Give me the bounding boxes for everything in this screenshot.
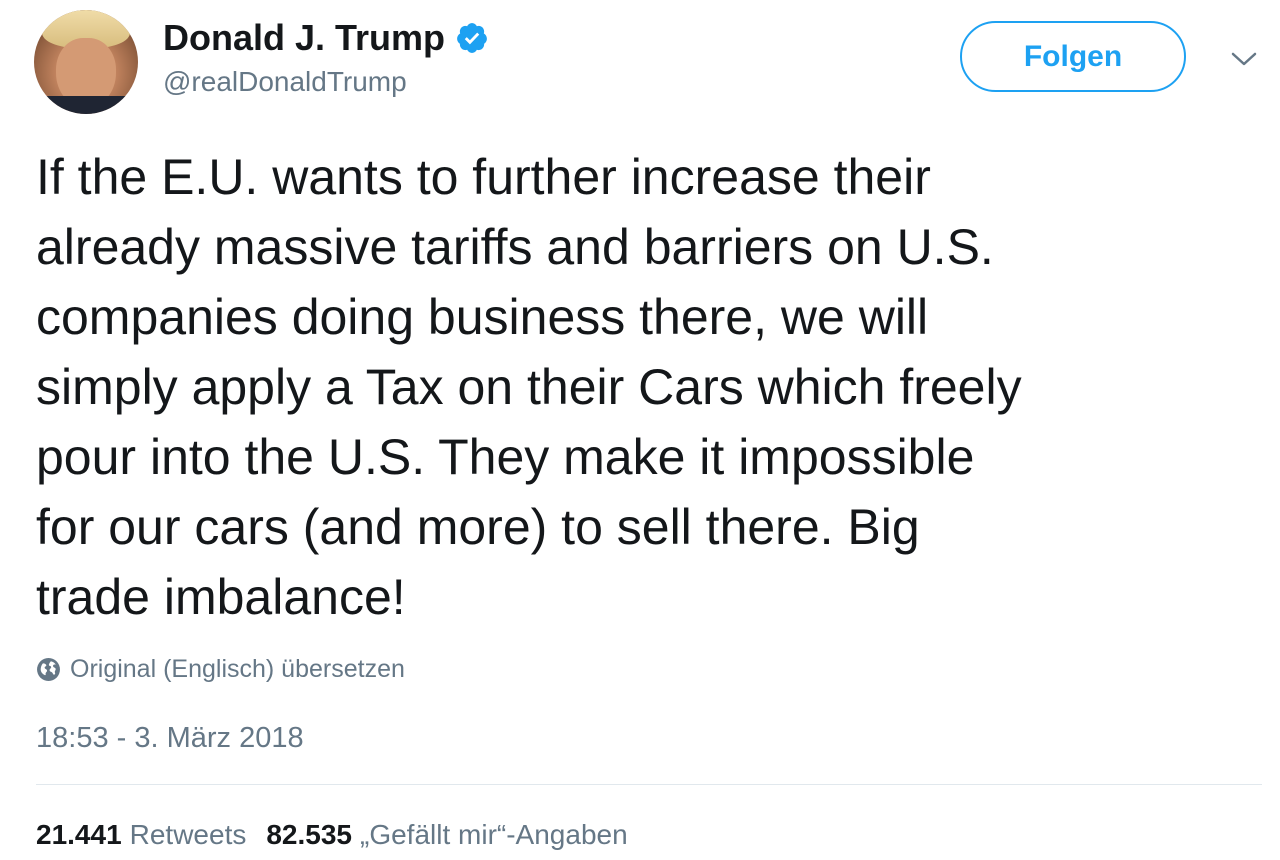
tweet-text-line: already massive tariffs and barriers on … bbox=[36, 219, 994, 275]
tweet-text-line: simply apply a Tax on their Cars which f… bbox=[36, 359, 1022, 415]
tweet-text-line: trade imbalance! bbox=[36, 569, 406, 625]
tweet-text-line: for our cars (and more) to sell there. B… bbox=[36, 499, 920, 555]
tweet: Donald J. Trump @realDonaldTrump Folgen … bbox=[0, 0, 1280, 860]
retweets-stat[interactable]: 21.441 Retweets bbox=[36, 815, 246, 855]
avatar[interactable] bbox=[34, 10, 138, 114]
translate-link[interactable]: Original (Englisch) übersetzen bbox=[36, 652, 405, 686]
tweet-text-line: pour into the U.S. They make it impossib… bbox=[36, 429, 975, 485]
tweet-text: If the E.U. wants to further increase th… bbox=[36, 142, 1261, 632]
globe-icon bbox=[37, 657, 60, 681]
avatar-suit bbox=[34, 96, 138, 114]
tweet-stats: 21.441 Retweets 82.535 „Gefällt mir“-Ang… bbox=[36, 815, 628, 855]
likes-label: „Gefällt mir“-Angaben bbox=[360, 819, 628, 850]
author-handle[interactable]: @realDonaldTrump bbox=[163, 62, 407, 102]
tweet-text-line: companies doing business there, we will bbox=[36, 289, 929, 345]
likes-stat[interactable]: 82.535 „Gefällt mir“-Angaben bbox=[266, 815, 627, 855]
translate-label[interactable]: Original (Englisch) übersetzen bbox=[70, 655, 405, 684]
verified-badge-icon bbox=[457, 23, 487, 53]
chevron-down-icon[interactable] bbox=[1228, 48, 1260, 70]
retweets-label: Retweets bbox=[129, 819, 247, 850]
author-name-row[interactable]: Donald J. Trump bbox=[163, 14, 489, 62]
tweet-text-line: If the E.U. wants to further increase th… bbox=[36, 149, 931, 205]
tweet-timestamp[interactable]: 18:53 - 3. März 2018 bbox=[36, 718, 304, 758]
follow-button[interactable]: Folgen bbox=[960, 21, 1186, 92]
retweets-count: 21.441 bbox=[36, 819, 122, 850]
likes-count: 82.535 bbox=[266, 819, 352, 850]
divider bbox=[36, 784, 1262, 785]
author-display-name[interactable]: Donald J. Trump bbox=[163, 14, 445, 62]
